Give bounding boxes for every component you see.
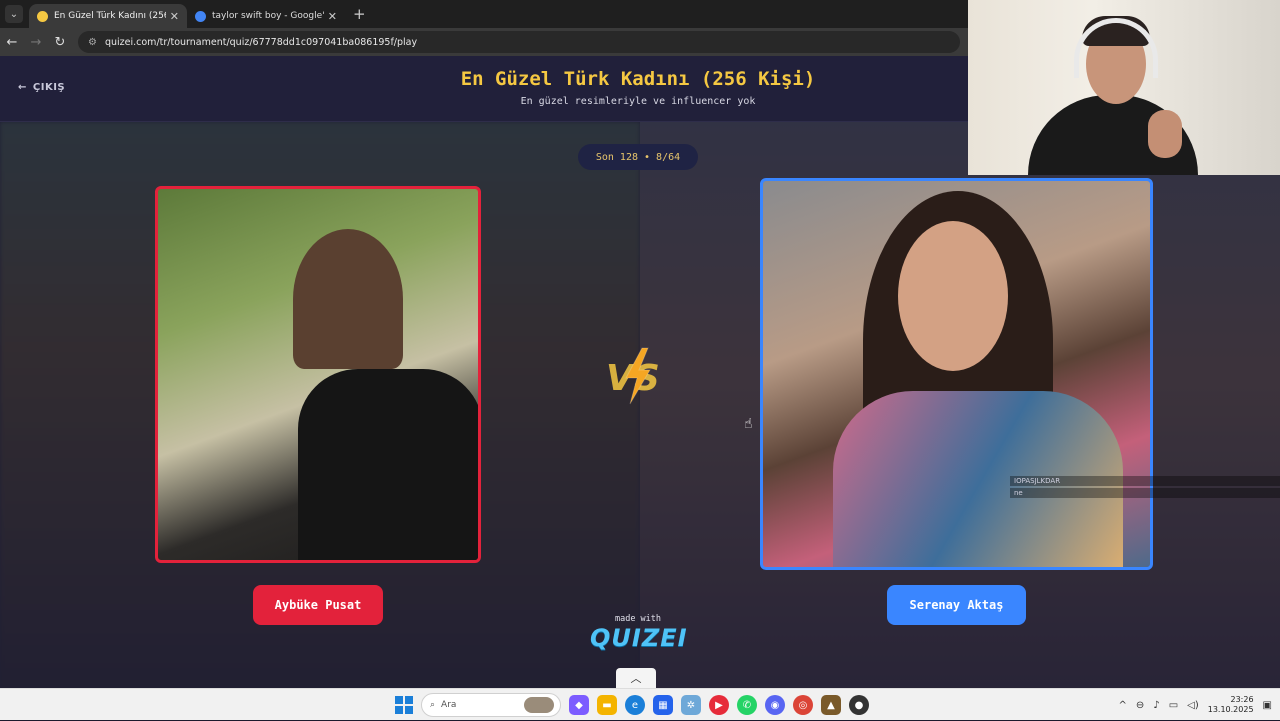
chrome-icon[interactable]: ◎ <box>793 695 813 715</box>
clock-time: 23:26 <box>1230 695 1254 704</box>
quizei-logo[interactable]: QUIZEI <box>590 624 687 652</box>
search-highlight-icon <box>524 697 554 713</box>
edge-icon[interactable]: e <box>625 695 645 715</box>
settings-gear-icon[interactable]: ✲ <box>681 695 701 715</box>
chevron-up-icon[interactable]: ︿ <box>616 668 656 688</box>
google-favicon-icon <box>195 10 206 22</box>
store-icon[interactable]: ▦ <box>653 695 673 715</box>
obs-app-icon[interactable]: ▲ <box>821 695 841 715</box>
volume-icon[interactable]: ◁) <box>1187 700 1199 711</box>
versus-bolt-icon: VS <box>606 347 660 405</box>
tab-search-button[interactable]: ⌄ <box>5 5 23 23</box>
tab-google-search[interactable]: taylor swift boy - Google'da Ara ✕ <box>187 4 345 28</box>
round-badge: Son 128 • 8/64 <box>578 144 698 170</box>
chat-message: ne <box>1010 488 1280 498</box>
tab-quiz[interactable]: En Güzel Türk Kadını (256 Kişi) ✕ <box>29 4 187 28</box>
mouse-cursor-icon: ☝ <box>744 416 753 432</box>
contestant-left-image[interactable] <box>155 186 481 563</box>
media-player-icon[interactable]: ▶ <box>709 695 729 715</box>
microphone-icon[interactable]: ♪ <box>1153 700 1159 711</box>
file-explorer-icon[interactable]: ▬ <box>597 695 617 715</box>
copilot-icon[interactable]: ◆ <box>569 695 589 715</box>
chat-message: IOPASJLKDAR <box>1010 476 1280 486</box>
stream-chat-overlay: IOPASJLKDAR ne <box>1010 476 1280 500</box>
close-tab-icon[interactable]: ✕ <box>328 10 337 23</box>
discord-icon[interactable]: ◉ <box>765 695 785 715</box>
forward-arrow-icon[interactable]: → <box>24 35 48 50</box>
back-arrow-icon[interactable]: ← <box>0 35 24 50</box>
taskbar-search[interactable]: ⌕ Ara <box>421 693 561 717</box>
notification-bell-icon[interactable]: ▣ <box>1263 700 1272 711</box>
system-tray: ^ ⊖ ♪ ▭ ◁) 23:26 13.10.2025 ▣ <box>1119 689 1272 721</box>
portrait-figure <box>293 229 403 369</box>
taskbar-apps: ⌕ Ara ◆ ▬ e ▦ ✲ ▶ ✆ ◉ ◎ ▲ ● <box>395 689 869 721</box>
search-icon: ⌕ <box>430 700 436 710</box>
webcam-person-hand <box>1148 110 1182 158</box>
start-windows-icon[interactable] <box>395 696 413 714</box>
url-text: quizei.com/tr/tournament/quiz/67778dd1c0… <box>104 36 418 48</box>
made-with-label: made with <box>614 614 662 624</box>
windows-taskbar: ⌕ Ara ◆ ▬ e ▦ ✲ ▶ ✆ ◉ ◎ ▲ ● ^ ⊖ ♪ ▭ ◁) 2… <box>0 688 1280 720</box>
close-tab-icon[interactable]: ✕ <box>170 10 179 23</box>
address-bar[interactable]: ⚙ quizei.com/tr/tournament/quiz/67778dd1… <box>78 31 960 53</box>
reload-icon[interactable]: ↻ <box>48 35 72 50</box>
tab-title: En Güzel Türk Kadını (256 Kişi) <box>54 11 166 21</box>
browser-toolbar: ← → ↻ ⚙ quizei.com/tr/tournament/quiz/67… <box>0 28 968 56</box>
vote-right-button[interactable]: Serenay Aktaş <box>887 585 1026 625</box>
contestant-right-image[interactable] <box>760 178 1153 570</box>
site-info-icon[interactable]: ⚙ <box>88 37 97 48</box>
portrait-body <box>298 369 478 560</box>
new-tab-button[interactable]: + <box>353 5 366 23</box>
vote-left-button[interactable]: Aybüke Pusat <box>253 585 383 625</box>
obs-studio-icon[interactable]: ● <box>849 695 869 715</box>
clock[interactable]: 23:26 13.10.2025 <box>1208 695 1254 715</box>
clock-date: 13.10.2025 <box>1207 705 1254 714</box>
quizei-favicon-icon <box>37 10 48 22</box>
webcam-overlay <box>968 0 1280 175</box>
search-placeholder: Ara <box>441 700 457 710</box>
tab-title: taylor swift boy - Google'da Ara <box>212 11 324 21</box>
chevron-up-icon[interactable]: ^ <box>1119 700 1127 711</box>
network-icon[interactable]: ⊖ <box>1136 700 1144 711</box>
browser-tab-bar: ⌄ En Güzel Türk Kadını (256 Kişi) ✕ tayl… <box>0 0 968 28</box>
display-icon[interactable]: ▭ <box>1169 700 1178 711</box>
whatsapp-icon[interactable]: ✆ <box>737 695 757 715</box>
portrait-face <box>898 221 1008 371</box>
